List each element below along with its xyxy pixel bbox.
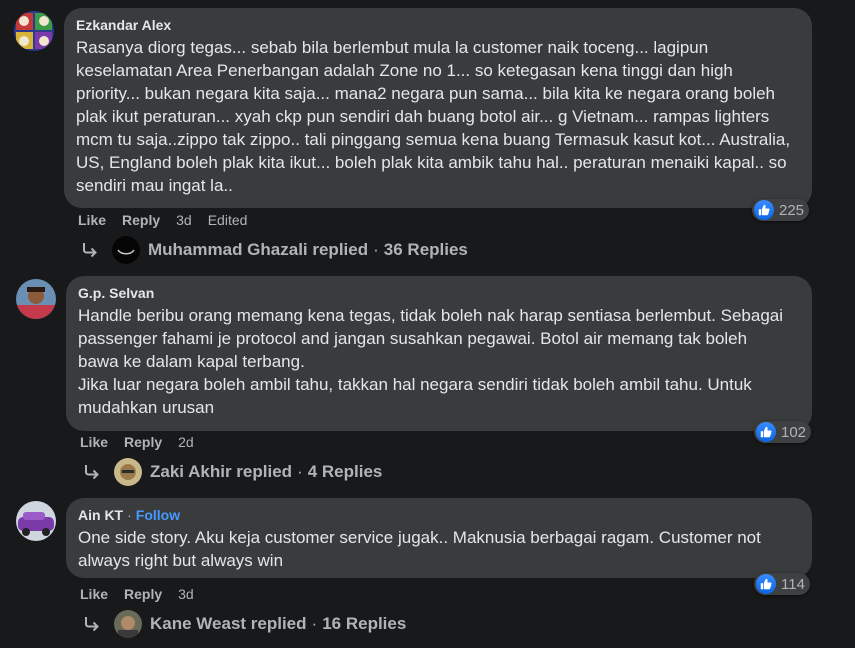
comment-actions: Like Reply 3d — [80, 584, 210, 604]
thumbs-up-icon — [756, 422, 776, 442]
comment-author: Ain KT · Follow — [78, 506, 181, 524]
like-button[interactable]: Like — [80, 434, 108, 450]
reply-author: Zaki Akhir replied — [150, 462, 293, 481]
edited-label: Edited — [207, 212, 248, 228]
reply-arrow-icon — [85, 617, 99, 632]
reaction-count: 102 — [781, 423, 807, 441]
reply-count: 16 Replies — [322, 614, 407, 633]
thumbs-up-icon — [756, 574, 776, 594]
avatar[interactable] — [14, 11, 54, 51]
reply-author: Muhammad Ghazali replied — [148, 240, 369, 259]
comment: G.p. Selvan Handle beribu orang memang k… — [0, 270, 855, 492]
reply-author: Kane Weast replied — [150, 614, 307, 633]
comment-actions: Like Reply 3d Edited — [78, 210, 263, 230]
thumbs-up-icon — [754, 200, 774, 220]
avatar — [114, 610, 142, 638]
reply-arrow-icon — [85, 465, 99, 480]
comment-bubble: Ain KT · Follow One side story. Aku keja… — [66, 498, 812, 578]
comment-text: Rasanya diorg tegas... sebab bila berlem… — [76, 38, 791, 195]
view-replies[interactable]: Zaki Akhir replied · 4 Replies — [82, 457, 382, 487]
reaction-summary[interactable]: 225 — [752, 199, 810, 221]
comment-bubble: G.p. Selvan Handle beribu orang memang k… — [66, 276, 812, 431]
reaction-count: 225 — [779, 201, 805, 219]
reaction-summary[interactable]: 114 — [754, 573, 810, 595]
reply-count: 36 Replies — [383, 240, 468, 259]
comment: Ezkandar Alex Rasanya diorg tegas... seb… — [0, 0, 855, 270]
reply-button[interactable]: Reply — [124, 586, 162, 602]
timestamp[interactable]: 3d — [176, 212, 192, 228]
like-button[interactable]: Like — [78, 212, 106, 228]
comment-author[interactable]: G.p. Selvan — [78, 284, 800, 302]
avatar[interactable] — [16, 501, 56, 541]
follow-button[interactable]: Follow — [136, 506, 180, 524]
comment-author[interactable]: Ezkandar Alex — [76, 16, 800, 34]
reply-count: 4 Replies — [307, 462, 383, 481]
comment-bubble: Ezkandar Alex Rasanya diorg tegas... seb… — [64, 8, 812, 208]
timestamp[interactable]: 3d — [178, 586, 194, 602]
like-button[interactable]: Like — [80, 586, 108, 602]
avatar[interactable] — [16, 279, 56, 319]
comment-text: Handle beribu orang memang kena tegas, t… — [78, 306, 784, 417]
view-replies[interactable]: Muhammad Ghazali replied · 36 Replies — [80, 235, 468, 265]
author-name[interactable]: Ain KT — [78, 506, 123, 524]
reply-button[interactable]: Reply — [124, 434, 162, 450]
comment-text: One side story. Aku keja customer servic… — [78, 528, 761, 570]
view-replies[interactable]: Kane Weast replied · 16 Replies — [82, 609, 406, 639]
comment-actions: Like Reply 2d — [80, 432, 210, 452]
reply-button[interactable]: Reply — [122, 212, 160, 228]
reply-arrow-icon — [83, 243, 97, 258]
reaction-count: 114 — [781, 575, 805, 593]
avatar — [114, 458, 142, 486]
reaction-summary[interactable]: 102 — [754, 421, 812, 443]
timestamp[interactable]: 2d — [178, 434, 194, 450]
avatar — [112, 236, 140, 264]
comment: Ain KT · Follow One side story. Aku keja… — [0, 492, 855, 648]
